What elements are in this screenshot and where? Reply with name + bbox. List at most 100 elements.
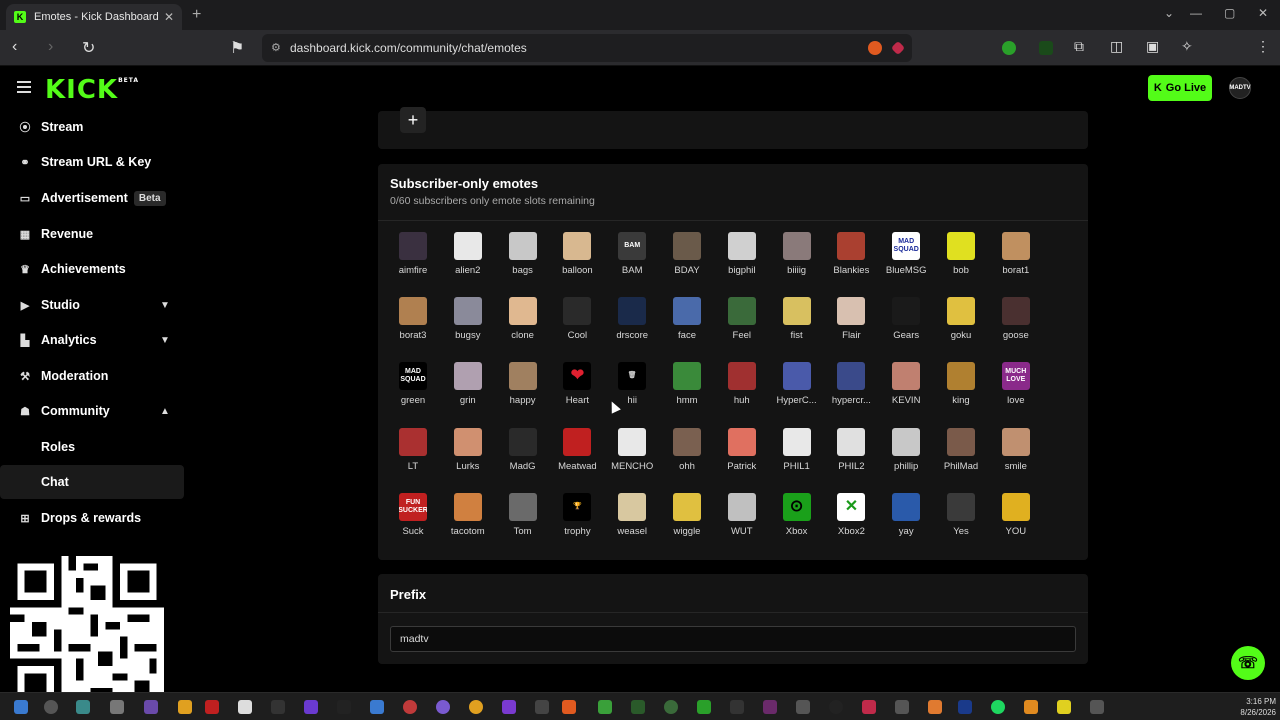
taskbar-app-icon[interactable] xyxy=(535,700,549,714)
emote-item[interactable]: weasel xyxy=(605,492,659,553)
emote-item[interactable]: alien2 xyxy=(441,232,495,292)
avatar[interactable]: MADTV xyxy=(1229,77,1251,99)
emote-item[interactable]: grin xyxy=(441,362,495,422)
emote-item[interactable]: MAD SQUAD BlueMSG xyxy=(879,232,933,292)
emote-item[interactable]: clone xyxy=(496,297,550,357)
emote-item[interactable]: goose xyxy=(989,297,1043,357)
windows-start-icon[interactable] xyxy=(14,700,28,714)
site-info-icon[interactable]: ⚙ xyxy=(271,41,281,54)
tab-close-icon[interactable]: ✕ xyxy=(164,10,174,24)
taskbar-app-icon[interactable] xyxy=(337,700,351,714)
sidebar-item-studio[interactable]: ▶ Studio ▼ xyxy=(0,288,184,322)
emote-item[interactable]: bags xyxy=(496,232,550,292)
taskbar-app-icon[interactable] xyxy=(238,700,252,714)
photoshop-icon[interactable] xyxy=(958,700,972,714)
system-clock[interactable]: 3:16 PM 8/26/2026 xyxy=(1232,696,1276,718)
search-icon[interactable] xyxy=(44,700,58,714)
emote-item[interactable]: PhilMad xyxy=(934,427,988,488)
emote-item[interactable]: ❤ Heart xyxy=(550,362,604,422)
emote-item[interactable]: balloon xyxy=(550,232,604,292)
emote-item[interactable]: hypercr... xyxy=(824,362,878,422)
emote-item[interactable]: huh xyxy=(715,362,769,422)
prefix-input[interactable] xyxy=(390,626,1076,652)
emote-item[interactable]: PHIL1 xyxy=(770,427,824,488)
taskbar-app-icon[interactable] xyxy=(370,700,384,714)
emote-item[interactable]: fist xyxy=(770,297,824,357)
taskbar-app-icon[interactable] xyxy=(730,700,744,714)
emote-item[interactable]: drscore xyxy=(605,297,659,357)
emote-item[interactable]: wiggle xyxy=(660,492,714,553)
emote-item[interactable]: BAM BAM xyxy=(605,232,659,292)
sidebar-item-analytics[interactable]: ▙ Analytics ▼ xyxy=(0,323,184,357)
emote-item[interactable]: MUCH LOVE love xyxy=(989,362,1043,422)
emote-item[interactable]: yay xyxy=(879,492,933,553)
taskbar-app-icon[interactable] xyxy=(110,700,124,714)
emote-item[interactable]: Feel xyxy=(715,297,769,357)
go-live-button[interactable]: K Go Live xyxy=(1148,75,1212,101)
emote-item[interactable]: ⊙ Xbox xyxy=(770,492,824,553)
sidebar-item-revenue[interactable]: ▦ Revenue xyxy=(0,217,184,251)
sidebar-item-community[interactable]: ☗ Community ▲ xyxy=(0,394,184,428)
maximize-icon[interactable]: ▢ xyxy=(1224,6,1235,20)
taskbar-app-icon[interactable] xyxy=(403,700,417,714)
bookmark-icon[interactable]: ⚑ xyxy=(230,38,244,58)
taskbar-app-icon[interactable] xyxy=(205,700,219,714)
browser-tab[interactable]: K Emotes - Kick Dashboard ✕ xyxy=(6,4,182,30)
taskbar-app-icon[interactable] xyxy=(502,700,516,714)
taskbar-app-icon[interactable] xyxy=(436,700,450,714)
emote-item[interactable]: phillip xyxy=(879,427,933,488)
taskbar-app-icon[interactable] xyxy=(304,700,318,714)
taskbar-app-icon[interactable] xyxy=(928,700,942,714)
taskbar-app-icon[interactable] xyxy=(631,700,645,714)
emote-item[interactable]: 🗑 hii xyxy=(605,362,659,422)
emote-item[interactable]: goku xyxy=(934,297,988,357)
x-app-icon[interactable] xyxy=(271,700,285,714)
taskbar-app-icon[interactable] xyxy=(144,700,158,714)
sidebar-item-roles[interactable]: Roles xyxy=(0,430,184,464)
address-bar[interactable]: ⚙ dashboard.kick.com/community/chat/emot… xyxy=(262,34,912,62)
emote-item[interactable]: ✕ Xbox2 xyxy=(824,492,878,553)
extensions-puzzle-icon[interactable]: ⧉ xyxy=(1074,38,1084,55)
new-tab-button[interactable]: + xyxy=(192,6,201,24)
emote-item[interactable]: FUN SUCKER Suck xyxy=(386,492,440,553)
kick-logo[interactable]: KICKBETA xyxy=(45,75,139,105)
taskbar-app-icon[interactable] xyxy=(1024,700,1038,714)
brave-shield-icon[interactable] xyxy=(868,41,882,55)
emote-item[interactable]: Flair xyxy=(824,297,878,357)
emote-item[interactable]: Gears xyxy=(879,297,933,357)
emote-item[interactable]: MadG xyxy=(496,427,550,488)
taskbar-app-icon[interactable] xyxy=(862,700,876,714)
leo-ai-icon[interactable]: ✧ xyxy=(1181,38,1193,55)
emote-item[interactable]: Meatwad xyxy=(550,427,604,488)
taskbar-app-icon[interactable] xyxy=(796,700,810,714)
emote-item[interactable]: WUT xyxy=(715,492,769,553)
sidebar-item-achievements[interactable]: ♛ Achievements xyxy=(0,252,184,286)
sidebar-item-advertisement[interactable]: ▭ Advertisement Beta xyxy=(0,181,184,215)
back-icon[interactable]: ‹ xyxy=(12,38,17,56)
emote-item[interactable]: HyperC... xyxy=(770,362,824,422)
minimize-icon[interactable]: — xyxy=(1190,6,1202,20)
emote-item[interactable]: LT xyxy=(386,427,440,488)
taskbar-app-icon[interactable] xyxy=(697,700,711,714)
sidebar-item-moderation[interactable]: ⚒ Moderation xyxy=(0,359,184,393)
emote-item[interactable]: 🏆 trophy xyxy=(550,492,604,553)
spotify-icon[interactable] xyxy=(991,700,1005,714)
emote-item[interactable]: Patrick xyxy=(715,427,769,488)
emote-item[interactable]: bugsy xyxy=(441,297,495,357)
emote-item[interactable]: BDAY xyxy=(660,232,714,292)
wallet-icon[interactable]: ▣ xyxy=(1146,38,1159,55)
sidebar-item-chat[interactable]: Chat xyxy=(0,465,184,499)
sidebar-toggle-icon[interactable]: ◫ xyxy=(1110,38,1123,55)
taskbar-app-icon[interactable] xyxy=(763,700,777,714)
menu-hamburger-icon[interactable] xyxy=(17,81,31,93)
sidebar-item-stream[interactable]: ⦿ Stream xyxy=(0,110,184,144)
add-emote-button[interactable]: + xyxy=(400,107,426,133)
sticky-notes-icon[interactable] xyxy=(1057,700,1071,714)
emote-item[interactable]: smile xyxy=(989,427,1043,488)
emote-item[interactable]: Lurks xyxy=(441,427,495,488)
emote-item[interactable]: MAD SQUAD green xyxy=(386,362,440,422)
emote-item[interactable]: Blankies xyxy=(824,232,878,292)
emote-item[interactable]: Yes xyxy=(934,492,988,553)
chrome-icon[interactable] xyxy=(469,700,483,714)
taskbar-app-icon[interactable] xyxy=(76,700,90,714)
